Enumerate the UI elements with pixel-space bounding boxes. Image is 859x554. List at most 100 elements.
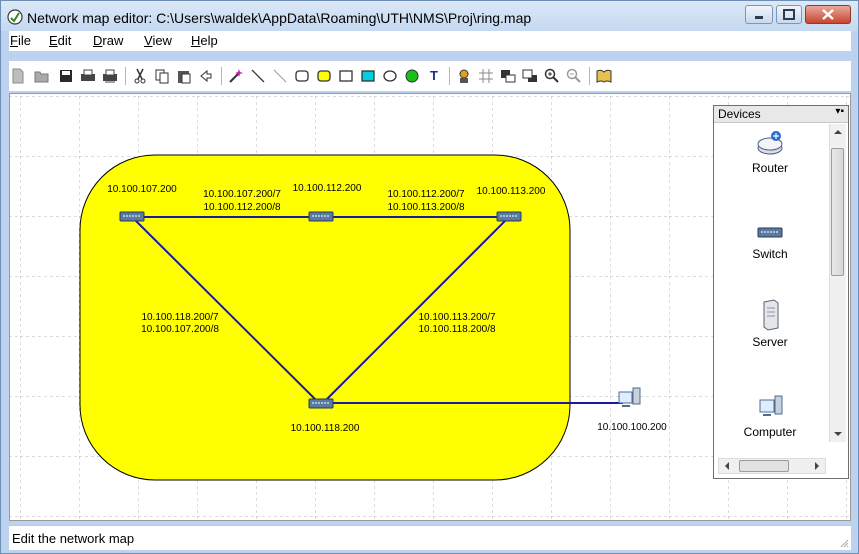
library-button[interactable] xyxy=(595,67,613,85)
link-label-112-113-line1: 10.100.112.200/7 xyxy=(387,189,465,200)
printer-icon xyxy=(81,69,95,81)
computer-icon xyxy=(759,395,783,416)
paste-button[interactable] xyxy=(175,67,193,85)
device-label: Switch xyxy=(752,247,788,261)
link-label-107-118-line2: 10.100.107.200/8 xyxy=(141,324,219,335)
toolbar-separator xyxy=(125,67,126,85)
computer-stand xyxy=(622,405,630,407)
computer-icon xyxy=(618,391,633,404)
properties-icon xyxy=(459,69,469,83)
maximize-button[interactable] xyxy=(776,5,802,24)
vertical-scroll-thumb[interactable] xyxy=(831,148,844,276)
minimize-button[interactable] xyxy=(745,5,773,24)
print-preview-icon xyxy=(103,69,117,83)
scroll-down-icon[interactable] xyxy=(830,428,846,440)
device-router[interactable]: Router xyxy=(714,128,826,175)
grid-button[interactable] xyxy=(477,67,495,85)
toolbar-separator xyxy=(449,67,450,85)
link-label-113-118-line1: 10.100.113.200/7 xyxy=(418,312,496,323)
maximize-icon xyxy=(783,9,795,20)
menu-draw[interactable]: Draw xyxy=(93,33,123,48)
toolbar-separator xyxy=(589,67,590,85)
minimize-icon xyxy=(755,16,763,19)
rect-tool-button[interactable] xyxy=(337,67,355,85)
thin-line-tool-button[interactable] xyxy=(271,67,289,85)
copy-button[interactable] xyxy=(153,67,171,85)
window-title: Network map editor: C:\Users\waldek\AppD… xyxy=(27,10,532,26)
zoom-in-button[interactable] xyxy=(543,67,561,85)
cut-button[interactable] xyxy=(131,67,149,85)
filled-rect-tool-button[interactable] xyxy=(359,67,377,85)
undo-button[interactable] xyxy=(197,67,215,85)
new-button[interactable] xyxy=(9,67,27,85)
ellipse-icon xyxy=(383,70,397,82)
node-label: 10.100.118.200 xyxy=(291,423,360,434)
router-icon xyxy=(757,131,783,155)
arrow-left-icon xyxy=(200,69,212,83)
device-computer[interactable]: Computer xyxy=(714,392,826,439)
open-button[interactable] xyxy=(33,67,51,85)
book-icon xyxy=(596,69,612,83)
menu-view[interactable]: View xyxy=(144,33,172,48)
text-tool-button[interactable]: T xyxy=(425,67,443,85)
zoom-out-button[interactable] xyxy=(565,67,583,85)
magic-wand-icon xyxy=(229,69,243,83)
resize-grip-icon[interactable] xyxy=(839,538,849,548)
rounded-rectangle-icon xyxy=(295,70,309,82)
send-to-back-icon xyxy=(522,69,537,82)
devices-vertical-scrollbar[interactable] xyxy=(829,124,846,442)
new-file-icon xyxy=(12,68,24,84)
devices-panel-title: Devices xyxy=(718,107,761,121)
node-label: 10.100.113.200 xyxy=(477,186,546,197)
server-icon xyxy=(763,299,779,331)
scroll-right-icon[interactable] xyxy=(811,459,823,473)
title-bar[interactable]: Network map editor: C:\Users\waldek\AppD… xyxy=(1,1,858,31)
bring-front-button[interactable] xyxy=(499,67,517,85)
menu-bar: File Edit Draw View Help xyxy=(9,31,851,51)
properties-button[interactable] xyxy=(455,67,473,85)
rounded-rect-tool-button[interactable] xyxy=(293,67,311,85)
horizontal-scroll-thumb[interactable] xyxy=(739,460,789,472)
filled-ellipse-icon xyxy=(405,69,419,83)
ellipse-tool-button[interactable] xyxy=(381,67,399,85)
save-button[interactable] xyxy=(57,67,75,85)
filled-rounded-rect-tool-button[interactable] xyxy=(315,67,333,85)
print-preview-button[interactable] xyxy=(101,67,119,85)
grid-icon xyxy=(479,69,493,83)
link-label-112-113-line2: 10.100.113.200/8 xyxy=(387,202,465,213)
devices-panel-header[interactable]: Devices ▾▪ xyxy=(714,106,848,123)
close-button[interactable] xyxy=(805,5,851,24)
select-tool-button[interactable] xyxy=(227,67,245,85)
link-label-107-112-line1: 10.100.107.200/7 xyxy=(203,189,281,200)
close-icon xyxy=(822,9,834,20)
menu-file[interactable]: File xyxy=(10,33,31,48)
copy-icon xyxy=(155,69,169,84)
node-label: 10.100.112.200 xyxy=(293,183,362,194)
menu-edit[interactable]: Edit xyxy=(49,33,71,48)
print-button[interactable] xyxy=(79,67,97,85)
open-folder-icon xyxy=(34,71,49,83)
device-server[interactable]: Server xyxy=(714,298,826,349)
node-label: 10.100.100.200 xyxy=(597,422,667,433)
filled-ellipse-tool-button[interactable] xyxy=(403,67,421,85)
device-switch[interactable]: Switch xyxy=(714,220,826,261)
zoom-in-icon xyxy=(544,68,559,83)
rectangle-icon xyxy=(339,70,353,82)
save-icon xyxy=(60,70,72,82)
line-tool-button[interactable] xyxy=(249,67,267,85)
line-icon xyxy=(251,69,265,83)
menu-help[interactable]: Help xyxy=(191,33,218,48)
scroll-left-icon[interactable] xyxy=(721,459,733,473)
devices-horizontal-scrollbar[interactable] xyxy=(718,458,826,474)
scroll-up-icon[interactable] xyxy=(830,126,846,138)
toolbar-separator xyxy=(221,67,222,85)
status-text: Edit the network map xyxy=(12,531,135,546)
device-label: Computer xyxy=(743,425,797,439)
status-bar: Edit the network map xyxy=(9,525,851,550)
link-label-107-118-line1: 10.100.118.200/7 xyxy=(141,312,219,323)
computer-tower xyxy=(632,387,641,405)
link-label-113-118-line2: 10.100.118.200/8 xyxy=(418,324,496,335)
panel-menu-icon[interactable]: ▾▪ xyxy=(835,106,844,117)
send-back-button[interactable] xyxy=(521,67,539,85)
toolbar: T xyxy=(9,61,851,91)
